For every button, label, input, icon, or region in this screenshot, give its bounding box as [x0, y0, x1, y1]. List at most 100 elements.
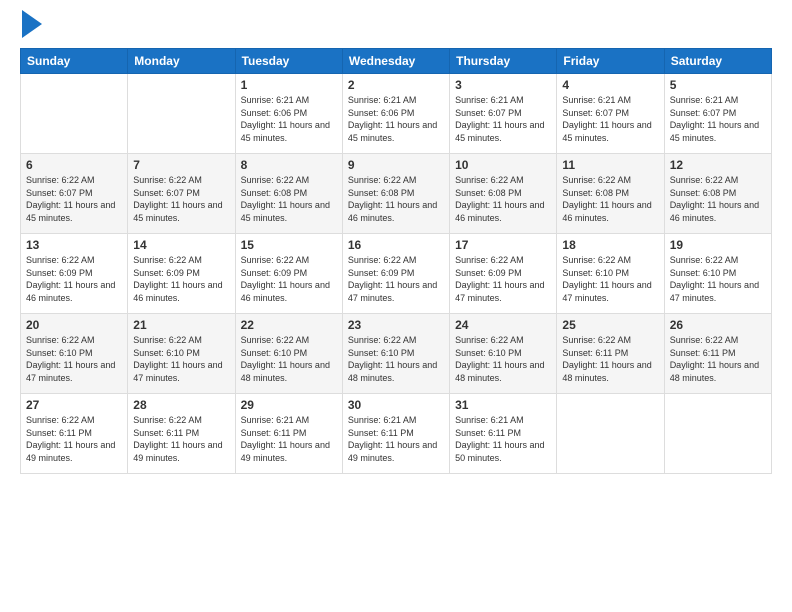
calendar-week-row: 20 Sunrise: 6:22 AM Sunset: 6:10 PM Dayli…	[21, 314, 772, 394]
calendar-header-thursday: Thursday	[450, 49, 557, 74]
day-number: 26	[670, 318, 766, 332]
logo-icon	[22, 10, 42, 38]
day-number: 19	[670, 238, 766, 252]
calendar-cell: 23 Sunrise: 6:22 AM Sunset: 6:10 PM Dayli…	[342, 314, 449, 394]
calendar-table: SundayMondayTuesdayWednesdayThursdayFrid…	[20, 48, 772, 474]
cell-details: Sunrise: 6:22 AM Sunset: 6:10 PM Dayligh…	[241, 334, 337, 384]
calendar-cell: 19 Sunrise: 6:22 AM Sunset: 6:10 PM Dayli…	[664, 234, 771, 314]
page: SundayMondayTuesdayWednesdayThursdayFrid…	[0, 0, 792, 612]
calendar-header-sunday: Sunday	[21, 49, 128, 74]
calendar-header-row: SundayMondayTuesdayWednesdayThursdayFrid…	[21, 49, 772, 74]
day-number: 29	[241, 398, 337, 412]
cell-details: Sunrise: 6:22 AM Sunset: 6:08 PM Dayligh…	[348, 174, 444, 224]
cell-details: Sunrise: 6:21 AM Sunset: 6:07 PM Dayligh…	[455, 94, 551, 144]
calendar-cell: 28 Sunrise: 6:22 AM Sunset: 6:11 PM Dayli…	[128, 394, 235, 474]
cell-details: Sunrise: 6:22 AM Sunset: 6:11 PM Dayligh…	[670, 334, 766, 384]
calendar-cell	[21, 74, 128, 154]
cell-details: Sunrise: 6:22 AM Sunset: 6:08 PM Dayligh…	[670, 174, 766, 224]
cell-details: Sunrise: 6:22 AM Sunset: 6:11 PM Dayligh…	[26, 414, 122, 464]
day-number: 21	[133, 318, 229, 332]
calendar-cell: 27 Sunrise: 6:22 AM Sunset: 6:11 PM Dayli…	[21, 394, 128, 474]
cell-details: Sunrise: 6:22 AM Sunset: 6:09 PM Dayligh…	[133, 254, 229, 304]
calendar-cell	[664, 394, 771, 474]
day-number: 7	[133, 158, 229, 172]
cell-details: Sunrise: 6:22 AM Sunset: 6:11 PM Dayligh…	[133, 414, 229, 464]
calendar-cell: 22 Sunrise: 6:22 AM Sunset: 6:10 PM Dayli…	[235, 314, 342, 394]
day-number: 4	[562, 78, 658, 92]
day-number: 6	[26, 158, 122, 172]
calendar-cell: 31 Sunrise: 6:21 AM Sunset: 6:11 PM Dayli…	[450, 394, 557, 474]
calendar-cell: 7 Sunrise: 6:22 AM Sunset: 6:07 PM Daylig…	[128, 154, 235, 234]
cell-details: Sunrise: 6:22 AM Sunset: 6:10 PM Dayligh…	[26, 334, 122, 384]
calendar-cell: 11 Sunrise: 6:22 AM Sunset: 6:08 PM Dayli…	[557, 154, 664, 234]
day-number: 8	[241, 158, 337, 172]
calendar-cell: 25Sunrise: 6:22 AM Sunset: 6:11 PM Dayli…	[557, 314, 664, 394]
day-number: 11	[562, 158, 658, 172]
calendar-cell: 10 Sunrise: 6:22 AM Sunset: 6:08 PM Dayli…	[450, 154, 557, 234]
calendar-week-row: 13 Sunrise: 6:22 AM Sunset: 6:09 PM Dayli…	[21, 234, 772, 314]
calendar-header-tuesday: Tuesday	[235, 49, 342, 74]
day-number: 25	[562, 318, 658, 332]
day-number: 5	[670, 78, 766, 92]
cell-details: Sunrise: 6:22 AM Sunset: 6:09 PM Dayligh…	[241, 254, 337, 304]
day-number: 10	[455, 158, 551, 172]
calendar-cell: 17Sunrise: 6:22 AM Sunset: 6:09 PM Dayli…	[450, 234, 557, 314]
calendar-week-row: 1 Sunrise: 6:21 AM Sunset: 6:06 PM Daylig…	[21, 74, 772, 154]
calendar-cell: 8 Sunrise: 6:22 AM Sunset: 6:08 PM Daylig…	[235, 154, 342, 234]
cell-details: Sunrise: 6:21 AM Sunset: 6:07 PM Dayligh…	[670, 94, 766, 144]
day-number: 14	[133, 238, 229, 252]
cell-details: Sunrise: 6:21 AM Sunset: 6:11 PM Dayligh…	[455, 414, 551, 464]
cell-details: Sunrise: 6:22 AM Sunset: 6:08 PM Dayligh…	[455, 174, 551, 224]
cell-details: Sunrise: 6:22 AM Sunset: 6:10 PM Dayligh…	[133, 334, 229, 384]
calendar-cell	[557, 394, 664, 474]
cell-details: Sunrise: 6:22 AM Sunset: 6:09 PM Dayligh…	[26, 254, 122, 304]
cell-details: Sunrise: 6:21 AM Sunset: 6:11 PM Dayligh…	[241, 414, 337, 464]
day-number: 9	[348, 158, 444, 172]
day-number: 22	[241, 318, 337, 332]
calendar-cell: 3 Sunrise: 6:21 AM Sunset: 6:07 PM Daylig…	[450, 74, 557, 154]
cell-details: Sunrise: 6:22 AM Sunset: 6:10 PM Dayligh…	[562, 254, 658, 304]
cell-details: Sunrise: 6:22 AM Sunset: 6:08 PM Dayligh…	[562, 174, 658, 224]
calendar-week-row: 6 Sunrise: 6:22 AM Sunset: 6:07 PM Daylig…	[21, 154, 772, 234]
day-number: 18	[562, 238, 658, 252]
day-number: 12	[670, 158, 766, 172]
day-number: 24	[455, 318, 551, 332]
calendar-cell: 14 Sunrise: 6:22 AM Sunset: 6:09 PM Dayli…	[128, 234, 235, 314]
day-number: 3	[455, 78, 551, 92]
day-number: 13	[26, 238, 122, 252]
calendar-cell: 20 Sunrise: 6:22 AM Sunset: 6:10 PM Dayli…	[21, 314, 128, 394]
day-number: 23	[348, 318, 444, 332]
calendar-cell: 5 Sunrise: 6:21 AM Sunset: 6:07 PM Daylig…	[664, 74, 771, 154]
calendar-cell: 1Sunrise: 6:21 AM Sunset: 6:06 PM Daylig…	[235, 74, 342, 154]
day-number: 2	[348, 78, 444, 92]
cell-details: Sunrise: 6:22 AM Sunset: 6:07 PM Dayligh…	[26, 174, 122, 224]
cell-details: Sunrise: 6:22 AM Sunset: 6:10 PM Dayligh…	[348, 334, 444, 384]
day-number: 20	[26, 318, 122, 332]
calendar-cell: 9 Sunrise: 6:22 AM Sunset: 6:08 PM Daylig…	[342, 154, 449, 234]
calendar-header-wednesday: Wednesday	[342, 49, 449, 74]
cell-details: Sunrise: 6:22 AM Sunset: 6:09 PM Dayligh…	[348, 254, 444, 304]
calendar-cell: 12 Sunrise: 6:22 AM Sunset: 6:08 PM Dayli…	[664, 154, 771, 234]
day-number: 27	[26, 398, 122, 412]
calendar-cell: 4Sunrise: 6:21 AM Sunset: 6:07 PM Daylig…	[557, 74, 664, 154]
cell-details: Sunrise: 6:21 AM Sunset: 6:06 PM Dayligh…	[348, 94, 444, 144]
calendar-cell: 18 Sunrise: 6:22 AM Sunset: 6:10 PM Dayli…	[557, 234, 664, 314]
calendar-header-monday: Monday	[128, 49, 235, 74]
calendar-cell: 15Sunrise: 6:22 AM Sunset: 6:09 PM Dayli…	[235, 234, 342, 314]
cell-details: Sunrise: 6:22 AM Sunset: 6:07 PM Dayligh…	[133, 174, 229, 224]
day-number: 28	[133, 398, 229, 412]
calendar-cell	[128, 74, 235, 154]
cell-details: Sunrise: 6:22 AM Sunset: 6:08 PM Dayligh…	[241, 174, 337, 224]
cell-details: Sunrise: 6:22 AM Sunset: 6:10 PM Dayligh…	[670, 254, 766, 304]
calendar-cell: 21 Sunrise: 6:22 AM Sunset: 6:10 PM Dayli…	[128, 314, 235, 394]
day-number: 1	[241, 78, 337, 92]
day-number: 17	[455, 238, 551, 252]
calendar-cell: 26 Sunrise: 6:22 AM Sunset: 6:11 PM Dayli…	[664, 314, 771, 394]
day-number: 30	[348, 398, 444, 412]
calendar-cell: 30Sunrise: 6:21 AM Sunset: 6:11 PM Dayli…	[342, 394, 449, 474]
calendar-cell: 16Sunrise: 6:22 AM Sunset: 6:09 PM Dayli…	[342, 234, 449, 314]
day-number: 31	[455, 398, 551, 412]
calendar-header-friday: Friday	[557, 49, 664, 74]
logo	[20, 15, 42, 38]
header	[20, 15, 772, 38]
